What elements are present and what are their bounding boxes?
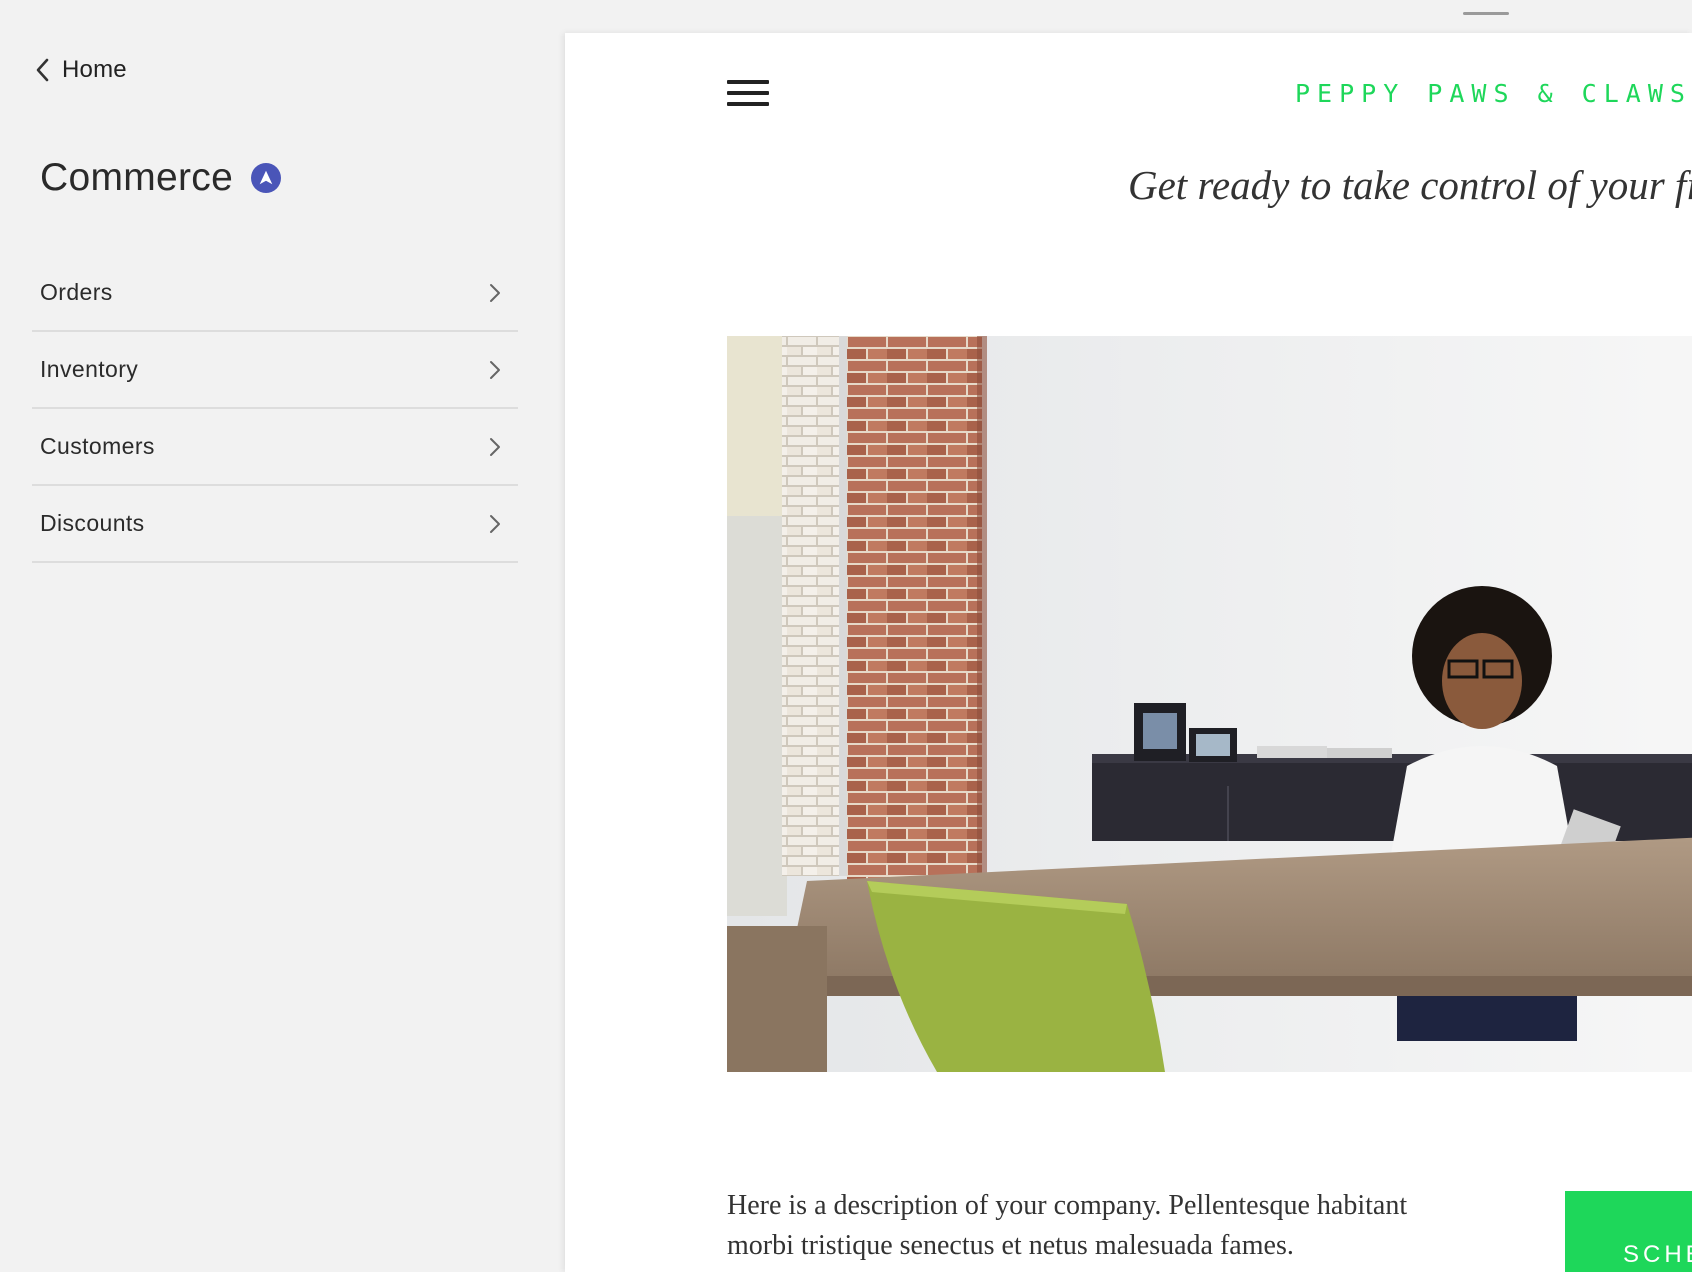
chevron-right-icon (490, 283, 500, 302)
back-home-label: Home (62, 56, 127, 83)
sidebar-item-discounts[interactable]: Discounts (32, 486, 518, 563)
page-title: Commerce (40, 156, 234, 199)
site-brand[interactable]: PEPPY PAWS & CLAWS (1295, 79, 1692, 108)
navigation-arrow-icon[interactable] (251, 163, 282, 193)
sidebar-item-label: Customers (40, 433, 155, 459)
chevron-left-icon (36, 58, 49, 82)
sidebar-item-inventory[interactable]: Inventory (32, 332, 518, 409)
section-header: Commerce (40, 156, 282, 200)
sidebar-item-label: Inventory (40, 356, 139, 382)
schedule-button-label: SCHE (1623, 1241, 1692, 1268)
company-description: Here is a description of your company. P… (727, 1190, 1408, 1261)
chevron-right-icon (490, 437, 500, 456)
hero-image (727, 336, 1692, 1072)
site-preview: PEPPY PAWS & CLAWS Get ready to take con… (565, 33, 1692, 1272)
chevron-right-icon (490, 514, 500, 533)
panel-drag-handle[interactable] (1463, 12, 1509, 15)
schedule-button[interactable]: SCHE (1565, 1191, 1692, 1272)
chevron-right-icon (490, 360, 500, 379)
sidebar-item-customers[interactable]: Customers (32, 409, 518, 486)
sidebar-item-label: Discounts (40, 510, 145, 536)
hamburger-icon[interactable] (727, 80, 769, 112)
sidebar: Home Commerce Orders Inventory Customers… (0, 0, 565, 1272)
back-home-link[interactable]: Home (34, 52, 127, 88)
sidebar-item-orders[interactable]: Orders (32, 255, 518, 332)
site-tagline: Get ready to take control of your fi (1128, 162, 1692, 208)
sidebar-item-label: Orders (40, 279, 113, 305)
commerce-nav-list: Orders Inventory Customers Discounts (32, 255, 518, 563)
